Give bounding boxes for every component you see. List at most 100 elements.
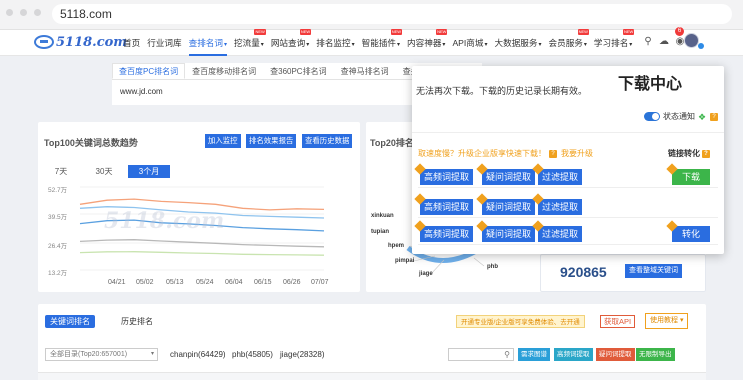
new-badge: NEW	[622, 29, 635, 35]
popup-message: 无法再次下载。下载的历史记录长期有效。	[416, 86, 588, 96]
action-button[interactable]: 疑问词提取	[596, 348, 635, 361]
history-data-button[interactable]: 查看历史数据	[302, 134, 353, 148]
action-button[interactable]: 需求图谱	[518, 348, 550, 361]
range-tab-7d[interactable]: 7天	[53, 165, 69, 178]
keyword-label: jiage	[419, 271, 433, 277]
extract-button-label: 疑问词提取	[486, 172, 532, 182]
search-icon[interactable]: ⚲	[641, 35, 655, 49]
upgrade-text: 取速度慢？升级企业版享快速下载！	[418, 149, 546, 158]
tab-history-ranking[interactable]: 历史排名	[116, 315, 158, 328]
chevron-down-icon: ▾	[260, 42, 264, 48]
nav-item[interactable]: 首页	[123, 37, 140, 49]
nav-item-label: 内容神器	[407, 38, 442, 48]
divider	[412, 132, 724, 133]
help-icon[interactable]: ?	[549, 149, 557, 158]
extract-button[interactable]: 高频词提取	[414, 220, 474, 242]
y-tick-label: 52.7万	[48, 187, 68, 194]
keyword-filter-tag[interactable]: jiage(28328)	[280, 350, 324, 359]
keyword-filter-tag[interactable]: phb(45805)	[232, 350, 273, 359]
nav-item[interactable]: 学习排名▾ NEW	[593, 29, 635, 49]
extract-button[interactable]: 高频词提取	[414, 193, 474, 215]
tutorial-button[interactable]: 使用教程 ▾	[645, 313, 689, 329]
download-center-popup: 下载中心 无法再次下载。下载的历史记录长期有效。 状态通知 ❖ ? 取速度慢？升…	[412, 66, 724, 254]
extract-button-label: 过滤提取	[542, 202, 579, 212]
action-button[interactable]: 高频词提取	[554, 348, 593, 361]
notification-badge: 6	[675, 27, 684, 36]
extract-button[interactable]: 过滤提取	[532, 193, 583, 215]
extract-button[interactable]: 高频词提取	[414, 163, 474, 185]
nav-item[interactable]: 挖流量▾ NEW	[234, 29, 266, 49]
address-bar[interactable]: 5118.com	[52, 4, 732, 24]
extract-button-label: 过滤提取	[542, 229, 579, 239]
watermark-logo: 5118.com	[104, 208, 225, 234]
help-icon[interactable]: ?	[710, 112, 718, 121]
y-tick-label: 13.2万	[48, 270, 68, 277]
cloud-icon[interactable]: ☁	[657, 35, 671, 49]
logo-mark-icon	[34, 35, 54, 49]
logo[interactable]: 5118.com	[34, 33, 127, 51]
range-tab-3m[interactable]: 3个月	[128, 165, 170, 178]
column-header: 链接转化 ?	[668, 148, 710, 159]
rank-report-button[interactable]: 排名效果报告	[246, 134, 297, 148]
directory-select[interactable]: 全部目录(Top20:657001) ▾	[45, 348, 158, 361]
extract-button[interactable]: 疑问词提取	[476, 163, 536, 185]
convert-button[interactable]: 转化	[666, 220, 710, 242]
y-tick-label: 39.5万	[48, 214, 68, 221]
avatar[interactable]	[684, 33, 699, 48]
extract-button[interactable]: 过滤提取	[532, 163, 583, 185]
action-button[interactable]: 无限制导出	[636, 348, 675, 361]
nav-item[interactable]: 查排名词▾	[188, 37, 228, 56]
chevron-down-icon: ▾	[150, 351, 154, 357]
range-tab-30d[interactable]: 30天	[91, 165, 117, 178]
get-api-button[interactable]: 获取API	[600, 315, 636, 328]
keyword-search-input[interactable]: ⚲	[448, 348, 514, 361]
nav-item[interactable]: 智能插件▾ NEW	[362, 29, 403, 49]
search-tab[interactable]: 查神马排名词	[334, 63, 396, 79]
download-row: 高频词提取 疑问词提取 过滤提取 下载	[414, 163, 718, 188]
search-tab[interactable]: 查百度PC排名词	[112, 63, 186, 79]
nav-item[interactable]: API商城▾	[452, 37, 487, 49]
upgrade-link[interactable]: 我要升级	[561, 148, 593, 159]
download-row: 高频词提取 疑问词提取 过滤提取	[414, 193, 718, 218]
search-tab[interactable]: 查360PC排名词	[263, 63, 333, 79]
add-monitor-button[interactable]: 加入监控	[205, 134, 241, 148]
chevron-down-icon: ▾	[397, 42, 401, 48]
nav-item-label: 学习排名	[593, 38, 629, 48]
extract-button-label: 高频词提取	[424, 202, 470, 212]
y-tick-label: 26.4万	[48, 243, 68, 250]
x-tick-label: 06/04	[225, 279, 243, 286]
view-domain-keywords-button[interactable]: 查看整域关键词	[625, 264, 682, 278]
keyword-label: xinkuan	[371, 213, 394, 219]
window-dot	[20, 9, 27, 16]
nav-item[interactable]: 行业词库	[147, 37, 181, 49]
status-notify-toggle[interactable]	[644, 112, 660, 121]
keyword-filter-tag[interactable]: chanpin(64429)	[170, 350, 226, 359]
extract-button[interactable]: 疑问词提取	[476, 220, 536, 242]
help-icon[interactable]: ?	[702, 149, 710, 158]
nav-item[interactable]: 大数据服务▾	[495, 37, 542, 49]
extract-button[interactable]: 疑问词提取	[476, 193, 536, 215]
nav-item[interactable]: 会员服务▾ NEW	[549, 29, 589, 49]
wechat-icon[interactable]: ❖	[698, 112, 708, 121]
nav-item[interactable]: 内容神器▾ NEW	[407, 29, 448, 49]
vip-icon	[666, 163, 678, 175]
keyword-label: phb	[487, 264, 498, 270]
chevron-down-icon: ▾	[223, 42, 227, 48]
upgrade-promo[interactable]: 开通专业版/企业版可享免费体验、去开通	[456, 315, 585, 328]
extract-button[interactable]: 过滤提取	[532, 220, 583, 242]
nav-item[interactable]: 网站查询▾ NEW	[271, 29, 312, 49]
domain-input[interactable]: www.jd.com	[120, 87, 163, 96]
nav-item[interactable]: 排名监控▾	[316, 37, 354, 49]
chevron-down-icon: ▾	[679, 317, 684, 324]
tab-keyword-ranking[interactable]: 关键词排名	[45, 315, 95, 328]
vip-badge-icon	[698, 43, 704, 49]
x-tick-label: 05/13	[166, 279, 184, 286]
nav-item-label: 大数据服务	[494, 38, 538, 48]
column-header-label: 链接转化	[668, 149, 700, 158]
nav-menu: 首页 行业词库 查排名词▾ 挖流量▾ NEW 网站查询▾ NEW 排名监控▾ 智能插件▾ NEW 内…	[123, 29, 639, 56]
download-button[interactable]: 下载	[666, 163, 710, 185]
extract-button-label: 高频词提取	[424, 229, 470, 239]
status-notify-label: 状态通知	[663, 112, 695, 121]
search-tab[interactable]: 查百度移动排名词	[185, 63, 263, 79]
chevron-down-icon: ▾	[351, 42, 355, 48]
